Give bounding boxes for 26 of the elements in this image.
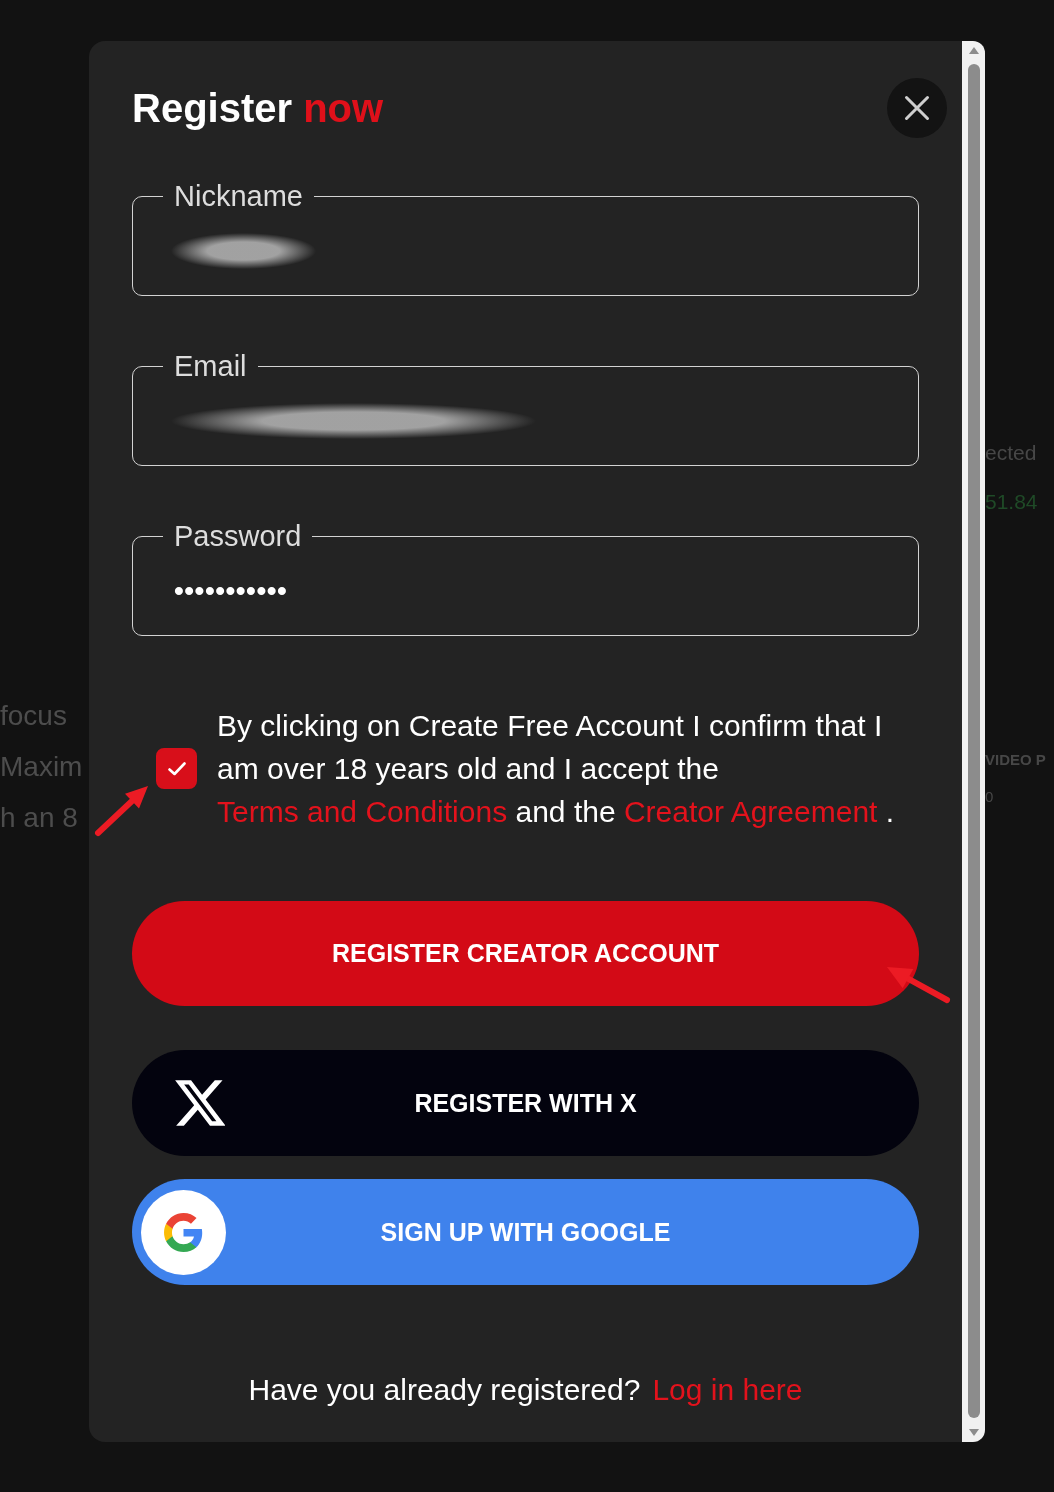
background-text: Maxim [0,750,83,784]
google-signup-button[interactable]: SIGN UP WITH GOOGLE [132,1179,919,1285]
consent-text: By clicking on Create Free Account I confirm that I am over 18 years old and I accept the Terms and Conditions and the Creator Agreement . [217,708,896,830]
check-icon [166,759,187,778]
field-label: Email [173,349,248,383]
login-link[interactable]: Log in here [652,1372,803,1408]
field-value: ••••••••••• [174,574,288,608]
scrollbar[interactable] [962,41,985,1442]
register-button[interactable]: REGISTER CREATOR ACCOUNT [132,901,919,1006]
close-icon[interactable] [903,94,931,122]
background-text: h an 8 [0,801,78,835]
down-arrow-icon[interactable] [967,1428,980,1437]
background-text: focus [0,699,67,733]
up-arrow-icon[interactable] [967,46,980,55]
google-logo-icon [141,1189,226,1275]
text-link[interactable]: Terms and Conditions [217,795,508,828]
field-label: Nickname [173,179,304,213]
footer-text: Have you already registered? [248,1372,641,1408]
scrollbar-thumb[interactable] [967,64,980,1418]
change-value: 51.84 [985,489,1038,515]
text-link[interactable]: Creator Agreement [623,795,878,828]
dialog-title: Register now [132,85,384,132]
x-logo-icon [175,1078,225,1128]
field-label: Password [173,519,303,553]
checkbox[interactable] [156,748,197,789]
x-register-button[interactable]: REGISTER WITH X [132,1050,919,1156]
